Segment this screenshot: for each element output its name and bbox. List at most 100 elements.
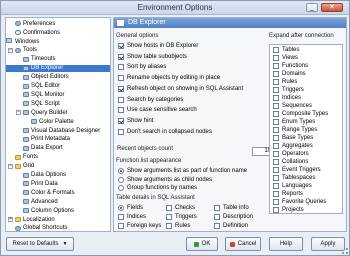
tree-item[interactable]: Advanced [6,198,110,206]
general-option-checkbox[interactable]: Use case sensitive search [118,106,197,114]
expander-icon[interactable]: − [16,110,21,116]
expand-list-item[interactable]: Event Triggers [273,166,321,174]
general-option-checkbox[interactable]: Rename objects by editing in place [118,74,220,82]
checkbox-box[interactable] [273,119,279,125]
expand-list-item[interactable]: Indices [273,94,301,102]
table-detail-option[interactable]: Foreign keys [118,222,161,230]
table-detail-option[interactable]: Indices [118,213,146,221]
expand-list-item[interactable]: Collations [273,158,308,166]
tree-item[interactable]: Data Options [6,171,110,179]
general-option-checkbox[interactable]: Refresh object on showing in SQL Assista… [118,85,243,93]
checkbox-box[interactable] [118,107,124,114]
expand-list-item[interactable]: Rules [273,78,297,86]
expand-list-item[interactable]: Domains [273,70,306,78]
expand-list-item[interactable]: Range Types [273,126,317,134]
function-list-radio[interactable]: Show arguments list as part of function … [118,167,247,175]
tree-item[interactable]: − Tools [6,47,110,55]
checkbox-box[interactable] [166,205,172,211]
checkbox-box[interactable] [273,199,279,205]
tree-item[interactable]: SQL Monitor [6,91,110,99]
expand-list-item[interactable]: Functions [273,62,308,70]
table-detail-option[interactable]: Rules [166,222,190,230]
checkbox-box[interactable] [273,167,279,173]
general-option-checkbox[interactable]: Show hosts in DB Explorer [118,42,198,50]
tree-item[interactable]: Column Options [6,207,110,215]
general-option-checkbox[interactable]: Show table subobjects [118,53,187,61]
expander-icon[interactable]: − [8,47,13,53]
general-option-checkbox[interactable]: Don't search in collapsed nodes [118,128,212,136]
expand-after-connection-list[interactable]: Tables Views Functions Domains Rules Triggers… [269,44,343,214]
checkbox-box[interactable] [214,205,220,211]
checkbox-box[interactable] [273,95,279,101]
checkbox-box[interactable] [273,143,279,149]
tree-item[interactable]: Color & Formats [6,189,110,197]
tree-item[interactable]: − Query Builder [6,109,110,117]
checkbox-box[interactable] [273,103,279,109]
table-detail-option[interactable]: Description [214,213,253,221]
expand-list-item[interactable]: Aggregates [273,142,313,150]
radio-button[interactable] [118,185,124,192]
tree-item[interactable]: SQL Editor [6,82,110,90]
checkbox-box[interactable] [214,214,220,220]
table-detail-option[interactable]: Triggers [166,213,197,221]
ok-button[interactable]: OK [186,237,218,251]
expand-list-item[interactable]: Base Types [273,134,313,142]
reset-to-defaults-button[interactable]: Reset to Defaults ▼ [6,237,74,251]
options-tree[interactable]: Preferences Confirmations Windows − Tools Tim… [5,17,111,232]
tree-item[interactable]: Fonts [6,154,110,162]
tree-item[interactable]: Global Shortcuts [6,225,110,231]
tree-item[interactable]: DB Explorer [6,64,110,72]
tree-item[interactable]: Object Editors [6,73,110,81]
checkbox-box[interactable] [273,151,279,157]
tree-item[interactable]: Data Export [6,145,110,153]
checkbox-box[interactable] [273,87,279,93]
checkbox-box[interactable] [273,111,279,117]
checkbox-box[interactable] [118,96,124,103]
minimize-icon[interactable]: _ [306,3,318,12]
tree-item[interactable]: Preferences [6,20,110,28]
checkbox-box[interactable] [166,214,172,220]
expand-list-item[interactable]: Triggers [273,86,304,94]
checkbox-box[interactable] [214,223,220,229]
function-list-radio[interactable]: Show arguments as child nodes [118,176,212,184]
checkbox-box[interactable] [273,183,279,189]
function-list-radio[interactable]: Group functions by names [118,184,197,192]
checkbox-box[interactable] [273,55,279,61]
expand-list-item[interactable]: Enum Types [273,118,315,126]
tree-item[interactable]: Windows [6,37,110,46]
checkbox-box[interactable] [273,127,279,133]
tree-item[interactable]: − Grid [6,162,110,170]
checkbox-box[interactable] [273,63,279,69]
tree-item[interactable]: SQL Script [6,100,110,108]
expand-list-item[interactable]: Favorite Queries [273,198,326,206]
expand-list-item[interactable]: Languages [273,182,312,190]
expand-list-item[interactable]: Sequences [273,102,312,110]
table-detail-option[interactable]: Fields [118,204,143,212]
cancel-button[interactable]: Cancel [225,237,261,251]
checkbox-box[interactable] [118,117,124,124]
expander-icon[interactable]: − [8,163,13,169]
checkbox-box[interactable] [273,207,279,213]
checkbox-box[interactable] [273,47,279,53]
tree-item[interactable]: Print Data [6,180,110,188]
expand-list-item[interactable]: Tables [273,46,299,54]
help-button[interactable]: Help [269,237,303,251]
expand-list-item[interactable]: Composite Types [273,110,328,118]
checkbox-box[interactable] [118,128,124,135]
expander-icon[interactable]: + [8,217,13,223]
tree-item[interactable]: Confirmations [6,29,110,37]
checkbox-box[interactable] [118,223,124,229]
expand-list-item[interactable]: Reports [273,190,303,198]
radio-button[interactable] [118,205,124,211]
checkbox-box[interactable] [273,135,279,141]
checkbox-box[interactable] [273,71,279,77]
close-icon[interactable]: ✕ [321,3,343,12]
checkbox-box[interactable] [118,53,124,60]
expand-list-item[interactable]: Projects [273,206,304,213]
tree-item[interactable]: + Localization [6,216,110,224]
radio-button[interactable] [118,176,124,183]
tree-item[interactable]: Color Palette [6,118,110,126]
checkbox-box[interactable] [273,175,279,181]
checkbox-box[interactable] [118,64,124,71]
checkbox-box[interactable] [118,85,124,92]
